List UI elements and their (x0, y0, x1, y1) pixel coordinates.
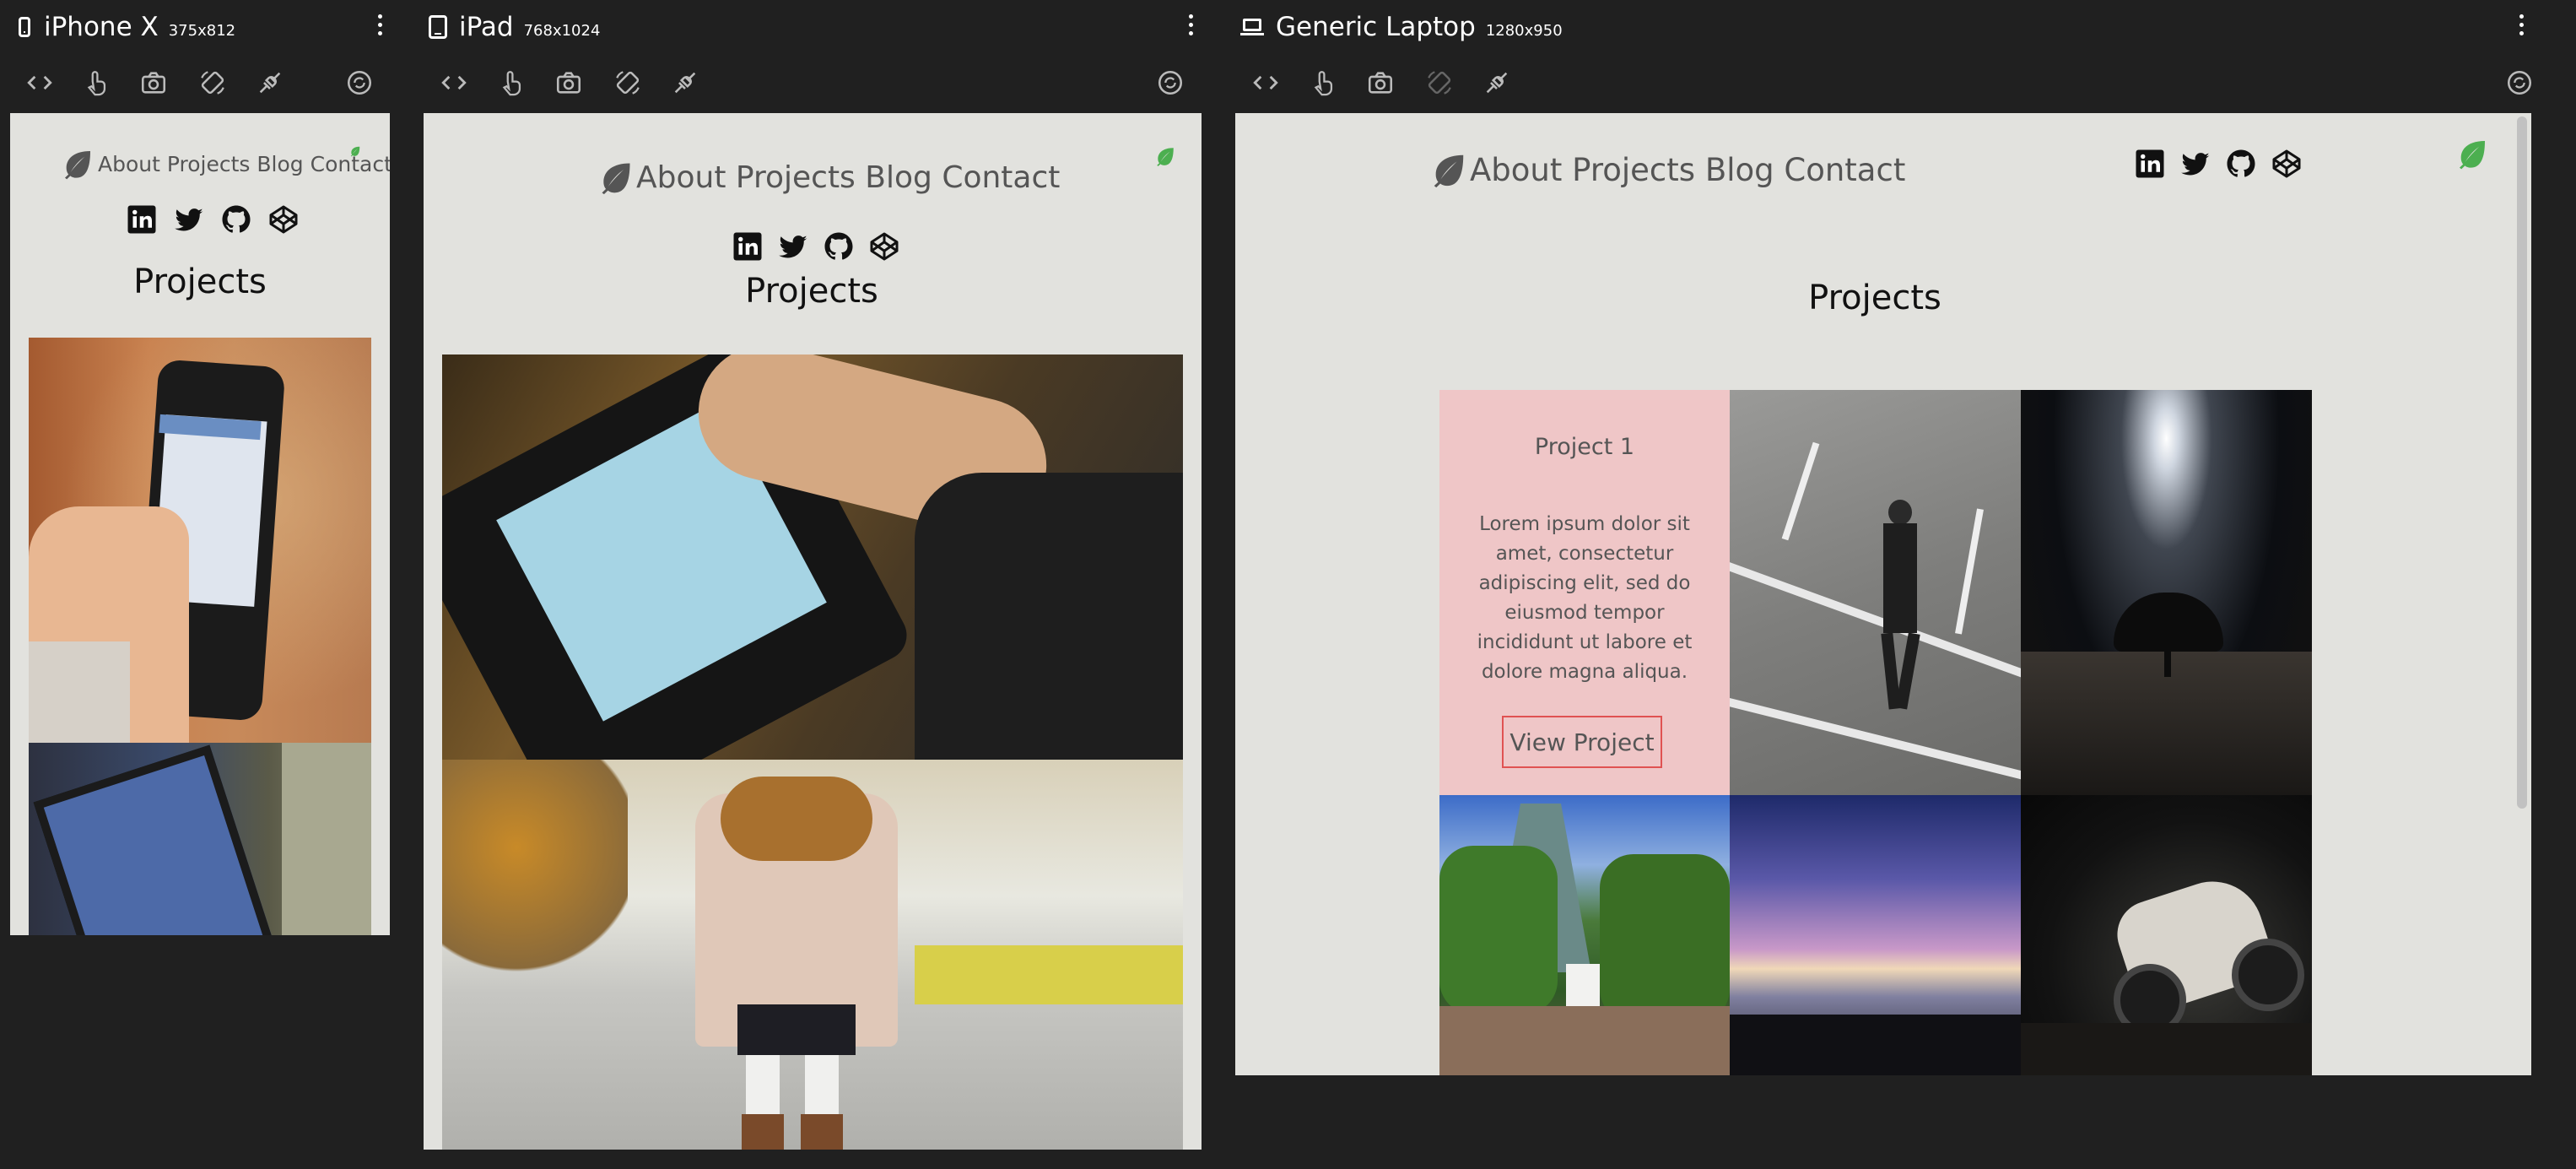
screenshot-camera-icon[interactable] (135, 64, 172, 101)
phone-icon (19, 17, 30, 37)
github-icon[interactable] (824, 231, 854, 262)
nav-contact[interactable]: Contact (942, 160, 1060, 195)
device-name: iPhone X (44, 12, 159, 42)
code-icon[interactable] (435, 64, 473, 101)
social-links (732, 231, 899, 262)
rotate-icon (1421, 64, 1458, 101)
nav-blog[interactable]: Blog (865, 160, 932, 195)
network-plug-icon[interactable] (1478, 64, 1515, 101)
laptop-icon (1240, 19, 1264, 35)
project-card-description: Lorem ipsum dolor sit amet, consectetur … (1477, 513, 1693, 683)
project-image-5[interactable] (1730, 795, 2021, 1075)
social-links (2135, 149, 2302, 179)
project-image-3[interactable] (2021, 390, 2312, 795)
project-image-4[interactable] (1439, 795, 1730, 1075)
page-title: Projects (133, 262, 267, 301)
nav-projects[interactable]: Projects (736, 160, 856, 195)
leaf-logo-icon[interactable] (61, 147, 95, 181)
site-nav: About Projects Blog Contact (597, 159, 1060, 196)
project-image-1[interactable] (29, 338, 371, 743)
view-project-button[interactable]: View Project (1502, 716, 1662, 768)
leaf-toggle-icon[interactable] (2455, 137, 2489, 170)
device-title-iphone[interactable]: iPhone X 375x812 (19, 7, 235, 47)
project-image-6[interactable] (2021, 795, 2312, 1075)
network-plug-icon[interactable] (251, 64, 289, 101)
twitter-icon[interactable] (2180, 149, 2211, 179)
device-title-laptop[interactable]: Generic Laptop 1280x950 (1240, 7, 1563, 47)
leaf-logo-icon[interactable] (597, 159, 635, 196)
code-icon[interactable] (1247, 64, 1284, 101)
leaf-toggle-icon[interactable] (349, 145, 361, 157)
network-plug-icon[interactable] (667, 64, 704, 101)
nav-projects[interactable]: Projects (1572, 152, 1695, 188)
tablet-icon (429, 15, 447, 39)
social-links (127, 204, 299, 235)
nav-about[interactable]: About (98, 152, 160, 176)
page-title: Projects (1808, 279, 1941, 317)
device-size: 768x1024 (523, 21, 601, 40)
screenshot-camera-icon[interactable] (550, 64, 587, 101)
github-icon[interactable] (221, 204, 251, 235)
more-options-icon[interactable] (1182, 12, 1199, 37)
laptop-viewport[interactable]: About Projects Blog Contact Projects Pro… (1235, 113, 2531, 1075)
project-grid: Project 1 Lorem ipsum dolor sit amet, co… (1439, 390, 2312, 1075)
project-image-2[interactable] (29, 743, 371, 935)
device-toolbar-iphone (0, 64, 388, 103)
rotate-icon[interactable] (609, 64, 646, 101)
project-card[interactable]: Project 1 Lorem ipsum dolor sit amet, co… (1439, 390, 1730, 795)
touch-icon[interactable] (1304, 64, 1342, 101)
linkedin-icon[interactable] (127, 204, 157, 235)
code-icon[interactable] (21, 64, 58, 101)
ipad-viewport[interactable]: About Projects Blog Contact Projects (424, 113, 1202, 1150)
nav-blog[interactable]: Blog (1705, 152, 1774, 188)
project-image-2[interactable] (442, 760, 1183, 1150)
rotate-icon[interactable] (194, 64, 231, 101)
touch-icon[interactable] (78, 64, 115, 101)
project-image-2[interactable] (1730, 390, 2021, 795)
device-size: 1280x950 (1485, 21, 1563, 40)
sync-icon[interactable] (1152, 64, 1189, 101)
device-name: Generic Laptop (1276, 12, 1476, 42)
nav-about[interactable]: About (1470, 152, 1562, 188)
nav-blog[interactable]: Blog (257, 152, 303, 176)
device-name: iPad (459, 12, 514, 42)
page-title: Projects (745, 272, 878, 311)
codepen-icon[interactable] (2271, 149, 2302, 179)
twitter-icon[interactable] (778, 231, 808, 262)
vertical-scrollbar[interactable] (2517, 116, 2527, 809)
github-icon[interactable] (2226, 149, 2256, 179)
linkedin-icon[interactable] (732, 231, 763, 262)
project-card-title: Project 1 (1534, 434, 1635, 460)
device-title-ipad[interactable]: iPad 768x1024 (429, 7, 600, 47)
screenshot-camera-icon[interactable] (1362, 64, 1399, 101)
device-size: 375x812 (168, 21, 236, 40)
linkedin-icon[interactable] (2135, 149, 2165, 179)
twitter-icon[interactable] (174, 204, 204, 235)
more-options-icon[interactable] (371, 12, 388, 37)
leaf-logo-icon[interactable] (1429, 150, 1468, 189)
touch-icon[interactable] (493, 64, 530, 101)
site-nav: About Projects Blog Contact (1429, 150, 1905, 189)
codepen-icon[interactable] (869, 231, 899, 262)
sync-icon[interactable] (341, 64, 378, 101)
nav-contact[interactable]: Contact (1784, 152, 1905, 188)
nav-about[interactable]: About (636, 160, 726, 195)
device-toolbar-ipad (422, 64, 1207, 103)
sync-icon[interactable] (2501, 64, 2538, 101)
project-image-1[interactable] (442, 354, 1183, 760)
more-options-icon[interactable] (2513, 12, 2530, 37)
codepen-icon[interactable] (268, 204, 299, 235)
leaf-toggle-icon[interactable] (1154, 145, 1176, 167)
nav-projects[interactable]: Projects (167, 152, 251, 176)
iphone-viewport[interactable]: About Projects Blog Contact Projects (10, 113, 390, 935)
site-nav: About Projects Blog Contact (61, 147, 390, 181)
device-toolbar-laptop (1234, 64, 2533, 103)
